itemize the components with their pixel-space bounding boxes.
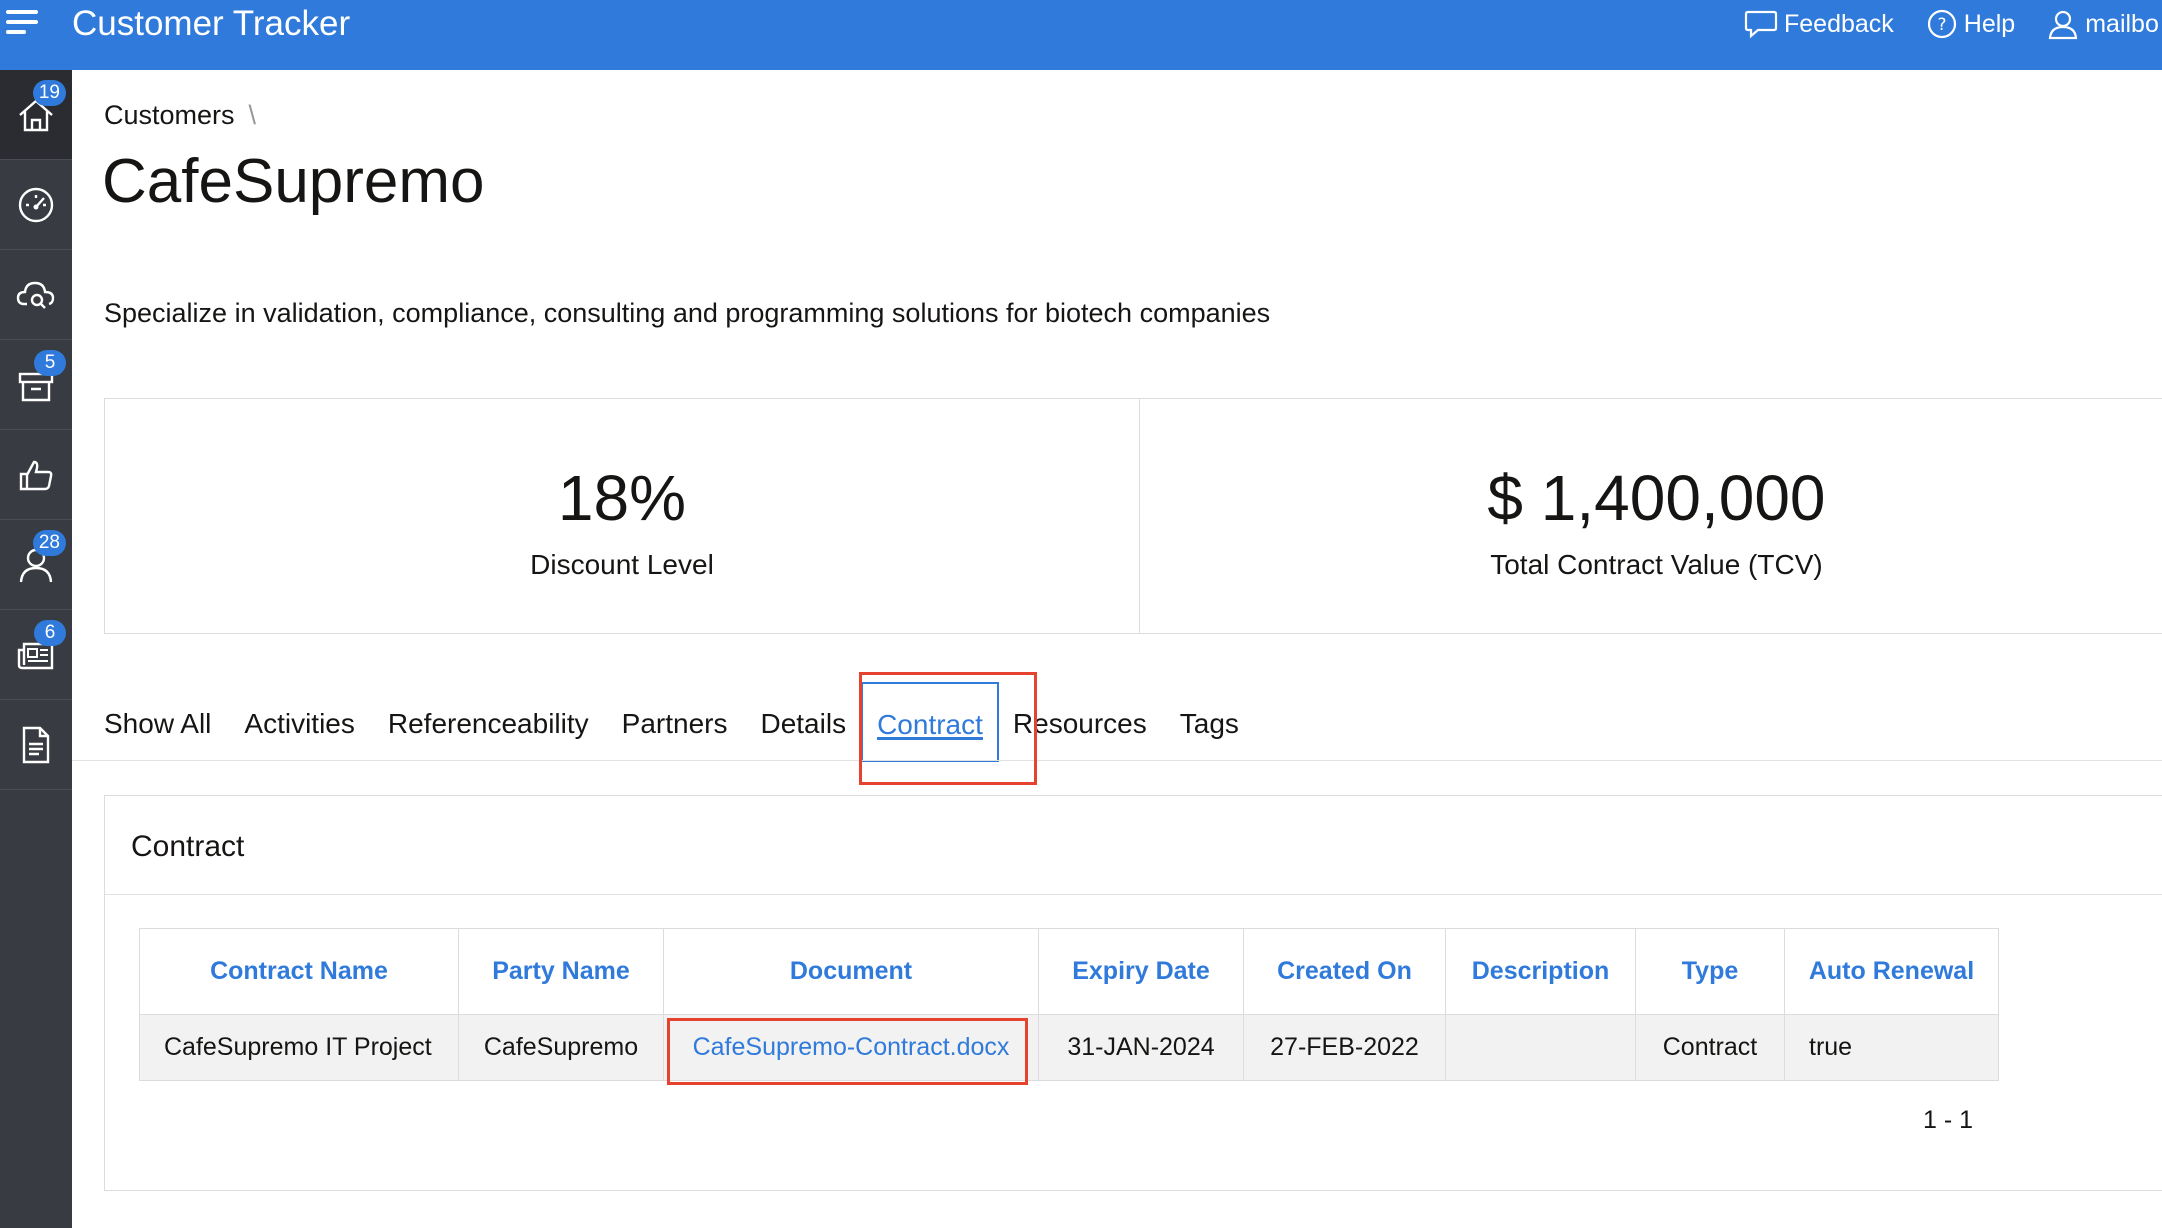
help-link[interactable]: ? Help (1926, 8, 2015, 40)
nav-item-news[interactable]: 6 (0, 610, 72, 700)
contract-region: Contract Contract Name Party Name Docume… (104, 795, 2162, 1191)
discount-label: Discount Level (530, 549, 714, 580)
contract-table: Contract Name Party Name Document Expiry… (139, 928, 1999, 1081)
table-row: CafeSupremo IT Project CafeSupremo CafeS… (139, 1014, 1999, 1081)
tab-activities[interactable]: Activities (244, 700, 354, 752)
page-title: CafeSupremo (102, 147, 485, 216)
user-name: mailbo (2085, 9, 2159, 38)
user-icon (2049, 10, 2078, 40)
thumbs-up-icon (19, 460, 53, 490)
breadcrumb-customers-link[interactable]: Customers (104, 100, 235, 130)
dashboard-icon (18, 187, 54, 222)
user-menu[interactable]: mailbo (2047, 8, 2159, 40)
header-actions: Feedback ? Help mailbo (1744, 4, 2162, 44)
breadcrumb-separator: \ (248, 100, 257, 130)
cell-description (1445, 1014, 1636, 1081)
help-icon: ? (1927, 9, 1956, 39)
breadcrumb: Customers \ (104, 100, 256, 131)
cell-party-name: CafeSupremo (458, 1014, 664, 1081)
discount-metric: 18% Discount Level (105, 399, 1139, 633)
region-divider (105, 894, 2162, 895)
feedback-label: Feedback (1784, 9, 1894, 38)
nav-item-home[interactable]: 19 (0, 70, 72, 160)
column-header-party-name[interactable]: Party Name (458, 928, 664, 1015)
discount-value: 18% (557, 462, 687, 534)
customer-description: Specialize in validation, compliance, co… (104, 298, 1271, 328)
tab-tags[interactable]: Tags (1180, 700, 1239, 752)
column-header-contract-name[interactable]: Contract Name (139, 928, 459, 1015)
cell-expiry-date: 31-JAN-2024 (1038, 1014, 1244, 1081)
document-icon (22, 726, 50, 763)
tab-details[interactable]: Details (760, 700, 846, 752)
column-header-description[interactable]: Description (1445, 928, 1636, 1015)
feedback-icon (1744, 10, 1778, 39)
region-title: Contract (131, 830, 245, 863)
cloud-search-icon (16, 281, 55, 309)
nav-badge: 28 (32, 530, 66, 556)
tcv-value: $ 1,400,000 (1487, 462, 1826, 534)
nav-badge: 5 (34, 350, 66, 376)
column-header-type[interactable]: Type (1635, 928, 1785, 1015)
table-header-row: Contract Name Party Name Document Expiry… (139, 928, 1999, 1015)
feedback-link[interactable]: Feedback (1744, 9, 1894, 39)
cell-auto-renewal: true (1784, 1014, 1999, 1081)
nav-item-users[interactable]: 28 (0, 520, 72, 610)
app-title[interactable]: Customer Tracker (72, 2, 350, 46)
region-tabs: Show All Activities Referenceability Par… (104, 682, 1272, 762)
metrics-panel: 18% Discount Level $ 1,400,000 Total Con… (104, 398, 2162, 634)
column-header-expiry-date[interactable]: Expiry Date (1038, 928, 1244, 1015)
nav-badge: 19 (32, 80, 66, 106)
column-header-document[interactable]: Document (663, 928, 1039, 1015)
top-bar: Customer Tracker Feedback ? Help mailbo (0, 0, 2162, 70)
help-label: Help (1963, 9, 2016, 38)
sidebar-nav: 19 5 28 6 (0, 70, 72, 1228)
cell-contract-name: CafeSupremo IT Project (139, 1014, 459, 1081)
tab-partners[interactable]: Partners (622, 700, 728, 752)
column-header-auto-renewal[interactable]: Auto Renewal (1784, 928, 1999, 1015)
menu-icon[interactable] (6, 8, 42, 38)
nav-item-thumbs-up[interactable] (0, 430, 72, 520)
tcv-metric: $ 1,400,000 Total Contract Value (TCV) (1138, 399, 2162, 633)
tab-show-all[interactable]: Show All (104, 700, 211, 752)
cell-type: Contract (1635, 1014, 1785, 1081)
document-link-highlight (667, 1018, 1028, 1085)
tabs-divider (72, 760, 2162, 761)
nav-item-dashboard[interactable] (0, 160, 72, 250)
nav-item-documents[interactable] (0, 700, 72, 790)
nav-badge: 6 (34, 620, 66, 646)
contract-tab-highlight (859, 672, 1037, 785)
pagination-range: 1 - 1 (1923, 1106, 1974, 1134)
tab-referenceability[interactable]: Referenceability (388, 700, 589, 752)
tcv-label: Total Contract Value (TCV) (1490, 549, 1823, 580)
cell-created-on: 27-FEB-2022 (1243, 1014, 1446, 1081)
nav-item-archive[interactable]: 5 (0, 340, 72, 430)
nav-item-cloud-search[interactable] (0, 250, 72, 340)
column-header-created-on[interactable]: Created On (1243, 928, 1446, 1015)
svg-text:?: ? (1937, 15, 1946, 35)
